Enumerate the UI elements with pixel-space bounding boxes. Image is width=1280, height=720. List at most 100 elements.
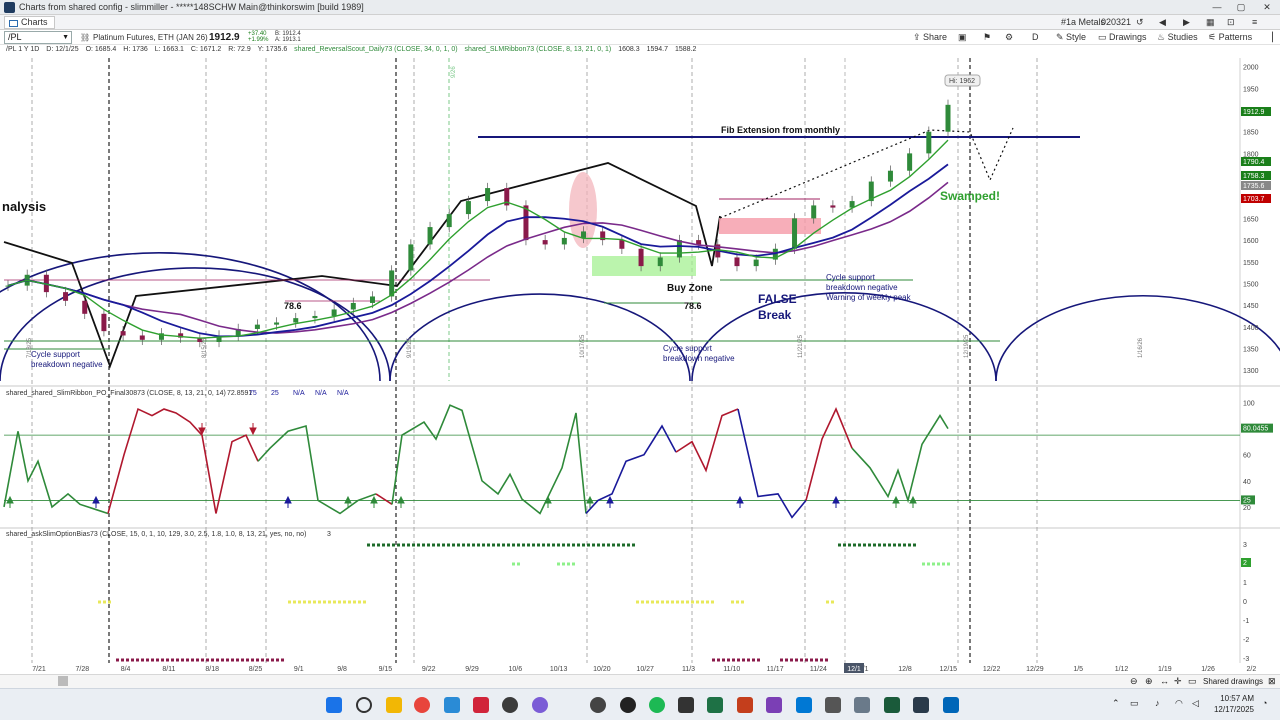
layout-icon[interactable]: ▭	[1188, 676, 1197, 687]
grid-layout-icon[interactable]: ▦	[1206, 17, 1215, 28]
word-icon[interactable]	[796, 697, 812, 713]
bias-dot	[567, 562, 570, 566]
maps-icon[interactable]	[620, 697, 636, 713]
share-button[interactable]: ⇪ Share	[913, 32, 947, 43]
windows-taskbar: ⌃ ▭ ♪ ◠ ◁ 10:57 AM 12/17/2025 ◔	[0, 688, 1280, 720]
share-label: Share	[923, 32, 948, 42]
vscode-icon[interactable]	[943, 697, 959, 713]
bias-dot	[293, 600, 296, 604]
timeframe-label[interactable]: /PL 1 Y 1D	[6, 46, 39, 53]
spotify-icon[interactable]	[649, 697, 665, 713]
app-icon-red[interactable]	[473, 697, 489, 713]
cycle-support-label: Cycle support	[31, 350, 81, 359]
screen-tool-icon[interactable]	[854, 697, 870, 713]
bias-dot	[780, 658, 783, 662]
bell-icon[interactable]: ◔	[1262, 698, 1267, 708]
bias-dot	[353, 600, 356, 604]
notification-icon[interactable]: ▭	[1130, 698, 1139, 709]
minimize-button[interactable]: —	[1210, 1, 1224, 13]
study-slm-ribbon[interactable]: shared_SLMRibbon73 (CLOSE, 8, 13, 21, 0,…	[465, 46, 612, 53]
maximize-button[interactable]: ▢	[1234, 1, 1248, 13]
oscillator-line	[107, 407, 259, 514]
zoom-in-icon[interactable]: ⊕	[1145, 676, 1153, 687]
scroll-handle[interactable]	[58, 676, 68, 686]
save-icon[interactable]: ▣	[958, 32, 967, 43]
bias-title: shared_askSlimOptionBias73 (CLOSE, 15, 0…	[6, 531, 306, 538]
link-icon[interactable]: ⊡	[1227, 17, 1235, 28]
github-icon[interactable]	[590, 697, 606, 713]
bias-dot	[686, 600, 689, 604]
bias-dot	[176, 658, 179, 662]
excel-icon[interactable]	[707, 697, 723, 713]
price-label: 1790.4	[1243, 159, 1265, 166]
crosshair-icon[interactable]: ✛	[1174, 676, 1182, 687]
tray-chevron-icon[interactable]: ⌃	[1112, 698, 1120, 709]
wifi-icon[interactable]: ◠	[1175, 698, 1183, 709]
calculator-icon[interactable]	[825, 697, 841, 713]
powerpoint-icon[interactable]	[737, 697, 753, 713]
chart-canvas[interactable]: nalysis Fib Extension from monthly Hi: 196…	[0, 58, 1280, 678]
close-button[interactable]: ✕	[1260, 1, 1274, 13]
patterns-button[interactable]: ⚟ Patterns	[1208, 32, 1252, 43]
menu-icon[interactable]: ≡	[1252, 17, 1257, 27]
tab-charts[interactable]: Charts	[4, 16, 55, 29]
date-tick: 8/18	[205, 666, 219, 673]
onenote-icon[interactable]	[766, 697, 782, 713]
bias-dot	[676, 600, 679, 604]
discord-icon[interactable]	[532, 697, 548, 713]
bias-dot	[937, 562, 940, 566]
style-button[interactable]: ✎ Style	[1056, 32, 1086, 43]
file-explorer-icon[interactable]	[386, 697, 402, 713]
search-icon[interactable]	[356, 697, 372, 713]
shared-drawings-label[interactable]: Shared drawings	[1203, 677, 1263, 686]
start-icon[interactable]	[326, 697, 342, 713]
app-icon-dark[interactable]	[502, 697, 518, 713]
thinkorswim-icon[interactable]	[444, 697, 460, 713]
bias-dot	[651, 600, 654, 604]
chevron-down-icon[interactable]: ▼	[62, 32, 69, 43]
ask-value: A: 1913.1	[275, 37, 301, 43]
chrome-icon[interactable]	[414, 697, 430, 713]
drawings-button[interactable]: ▭ Drawings	[1098, 32, 1147, 43]
undo-icon[interactable]: ↺	[1136, 17, 1144, 28]
cycle-support-label: breakdown negative	[31, 360, 103, 369]
interval-button[interactable]: D	[1032, 32, 1039, 42]
bias-dot	[597, 543, 600, 547]
tab-bar: Charts #1a Metals 020321 ↺ ◀ ▶ ▦ ⊡ ≡	[0, 15, 1280, 30]
account-label[interactable]: 020321	[1101, 17, 1131, 27]
clock[interactable]: 10:57 AM 12/17/2025	[1200, 693, 1254, 715]
collapse-icon[interactable]: ▕	[1266, 32, 1273, 43]
bias-dot	[552, 543, 555, 547]
watchlist-label[interactable]: #1a Metals	[1061, 17, 1105, 27]
study-reversal-scout[interactable]: shared_ReversalScout_Daily73 (CLOSE, 34,…	[294, 46, 457, 53]
mic-icon[interactable]: ♪	[1155, 698, 1160, 708]
back-icon[interactable]: ◀	[1159, 17, 1166, 28]
studies-button[interactable]: ♨ Studies	[1157, 32, 1198, 43]
date-tick: 10/13	[550, 666, 568, 673]
candle-body	[331, 309, 337, 316]
bias-dot	[622, 543, 625, 547]
link-chain-icon[interactable]: ⛓	[80, 33, 90, 42]
gear-icon[interactable]: ⚙	[1005, 32, 1013, 43]
drawing-tool-icon[interactable]: ⚑	[983, 32, 991, 43]
fit-icon[interactable]: ↔	[1160, 676, 1169, 686]
cycle-date-label: 8/15/25	[202, 337, 208, 358]
media-icon[interactable]	[678, 697, 694, 713]
volume-icon[interactable]: ◁	[1192, 698, 1199, 709]
terminal-icon[interactable]	[913, 697, 929, 713]
zoom-out-icon[interactable]: ⊖	[1130, 676, 1138, 687]
symbol-input[interactable]: /PL ▼	[4, 31, 72, 44]
tradingapp-icon[interactable]	[884, 697, 900, 713]
candle-body	[657, 257, 663, 267]
bias-dot	[512, 543, 515, 547]
price-label: 1758.3	[1243, 173, 1265, 180]
lock-icon[interactable]: ⊠	[1268, 676, 1276, 687]
bias-dot	[191, 658, 194, 662]
bias-dot	[246, 658, 249, 662]
bias-dot	[612, 543, 615, 547]
bias-dot	[492, 543, 495, 547]
chart-area[interactable]: nalysis Fib Extension from monthly Hi: 196…	[0, 58, 1280, 678]
forward-icon[interactable]: ▶	[1183, 17, 1190, 28]
bias-dot	[810, 658, 813, 662]
price-tick: 1950	[1243, 86, 1259, 93]
